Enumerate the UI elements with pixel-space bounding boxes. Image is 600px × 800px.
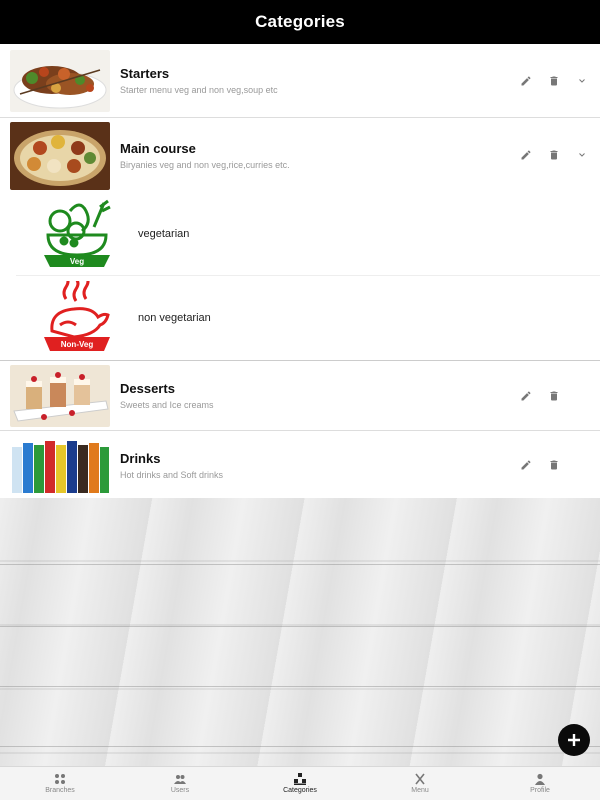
nav-profile[interactable]: Profile <box>480 767 600 800</box>
subcategory-label: vegetarian <box>138 227 190 240</box>
branches-icon <box>55 774 65 784</box>
category-description: Hot drinks and Soft drinks <box>120 469 224 480</box>
veg-icon: Veg <box>40 197 114 271</box>
row-actions <box>518 388 590 404</box>
subcategory-row-non-vegetarian[interactable]: Non-Veg non vegetarian <box>16 275 600 360</box>
category-title: Desserts <box>120 381 175 396</box>
row-actions <box>518 73 590 89</box>
delete-icon[interactable] <box>546 457 562 473</box>
page-title: Categories <box>255 12 345 31</box>
veg-badge-text: Veg <box>70 257 84 266</box>
edit-icon[interactable] <box>518 147 534 163</box>
categories-icon <box>294 773 306 785</box>
chevron-down-icon[interactable] <box>574 147 590 163</box>
category-description: Starter menu veg and non veg,soup etc <box>120 85 278 95</box>
nav-label: Categories <box>283 787 317 794</box>
category-list: Starters Starter menu veg and non veg,so… <box>0 44 600 499</box>
bottom-nav: Branches Users Categories Menu Profile <box>0 766 600 800</box>
category-row-desserts[interactable]: Desserts Sweets and Ice creams <box>0 361 600 431</box>
add-category-button[interactable] <box>558 724 590 756</box>
plus-icon <box>568 734 580 746</box>
nav-branches[interactable]: Branches <box>0 767 120 800</box>
profile-icon <box>535 773 545 785</box>
edit-icon[interactable] <box>518 457 534 473</box>
category-description: Sweets and Ice creams <box>120 400 214 410</box>
delete-icon[interactable] <box>546 147 562 163</box>
nav-label: Profile <box>530 787 550 794</box>
category-row-main-course[interactable]: Main course Biryanies veg and non veg,ri… <box>0 118 600 192</box>
subcategory-row-vegetarian[interactable]: Veg vegetarian <box>16 192 600 276</box>
category-row-drinks[interactable]: Drinks Hot drinks and Soft drinks <box>0 431 600 499</box>
delete-icon[interactable] <box>546 388 562 404</box>
category-description: Biryanies veg and non veg,rice,curries e… <box>120 159 290 170</box>
subcategory-list: Veg vegetarian Non-Veg non vegetarian <box>0 192 600 361</box>
main-course-image <box>10 122 110 190</box>
category-title: Main course <box>120 140 196 156</box>
delete-icon[interactable] <box>546 73 562 89</box>
category-title: Drinks <box>120 450 161 466</box>
row-actions <box>518 457 590 473</box>
menu-icon <box>415 773 425 785</box>
chevron-down-icon[interactable] <box>574 73 590 89</box>
edit-icon[interactable] <box>518 388 534 404</box>
edit-icon[interactable] <box>518 73 534 89</box>
starters-image <box>10 50 110 112</box>
app-header: Categories <box>0 0 600 44</box>
users-icon <box>174 775 186 784</box>
drinks-image <box>10 435 110 495</box>
nav-label: Branches <box>45 787 75 794</box>
nav-menu[interactable]: Menu <box>360 767 480 800</box>
subcategory-label: non vegetarian <box>138 312 211 324</box>
category-row-starters[interactable]: Starters Starter menu veg and non veg,so… <box>0 44 600 118</box>
non-veg-icon: Non-Veg <box>40 275 114 355</box>
nav-label: Menu <box>411 787 429 794</box>
nav-categories[interactable]: Categories <box>240 767 360 800</box>
non-veg-badge-text: Non-Veg <box>61 340 94 349</box>
nav-label: Users <box>170 787 190 794</box>
desserts-image <box>10 365 110 427</box>
row-actions <box>518 147 590 163</box>
wood-background <box>0 498 600 766</box>
category-title: Starters <box>120 66 170 81</box>
nav-users[interactable]: Users <box>120 767 240 800</box>
